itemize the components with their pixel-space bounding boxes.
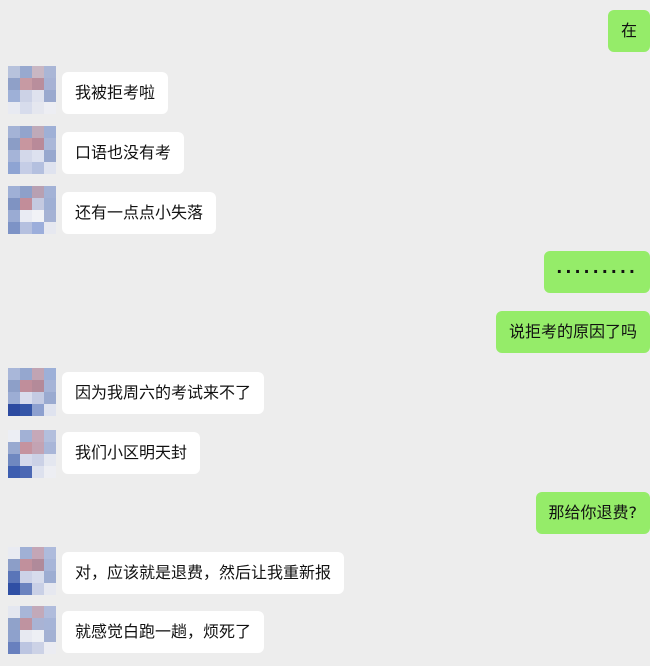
- incoming-message[interactable]: 我被拒考啦: [62, 72, 169, 114]
- avatar[interactable]: [8, 186, 56, 234]
- incoming-message[interactable]: 对，应该就是退费，然后让我重新报: [62, 552, 345, 594]
- avatar[interactable]: [8, 606, 56, 654]
- message-text: 还有一点点小失落: [75, 203, 204, 222]
- chat-window: 在 我被拒考啦 口语也没有考 还有一点点小失落 ········· 说拒考的原因…: [0, 0, 650, 666]
- avatar[interactable]: [8, 66, 56, 114]
- incoming-message[interactable]: 还有一点点小失落: [62, 192, 217, 234]
- avatar[interactable]: [8, 368, 56, 416]
- outgoing-message[interactable]: ·········: [544, 251, 650, 293]
- message-text: 就感觉白跑一趟，烦死了: [75, 622, 252, 641]
- avatar[interactable]: [8, 547, 56, 595]
- message-text: 说拒考的原因了吗: [508, 322, 637, 341]
- avatar[interactable]: [8, 430, 56, 478]
- message-text: 因为我周六的考试来不了: [75, 383, 252, 402]
- incoming-message[interactable]: 因为我周六的考试来不了: [62, 372, 265, 414]
- message-text: 口语也没有考: [75, 143, 172, 162]
- message-text: 我被拒考啦: [75, 83, 156, 102]
- outgoing-message[interactable]: 在: [607, 10, 650, 52]
- message-text: 那给你退费?: [548, 503, 638, 522]
- outgoing-message[interactable]: 那给你退费?: [535, 492, 650, 534]
- incoming-message[interactable]: 口语也没有考: [62, 132, 185, 174]
- message-text: 我们小区明天封: [75, 443, 188, 462]
- message-text: 对，应该就是退费，然后让我重新报: [75, 563, 332, 582]
- incoming-message[interactable]: 我们小区明天封: [62, 432, 201, 474]
- outgoing-message[interactable]: 说拒考的原因了吗: [495, 311, 650, 353]
- message-text: ·········: [556, 262, 638, 281]
- incoming-message[interactable]: 就感觉白跑一趟，烦死了: [62, 611, 265, 653]
- avatar[interactable]: [8, 126, 56, 174]
- message-text: 在: [620, 21, 637, 40]
